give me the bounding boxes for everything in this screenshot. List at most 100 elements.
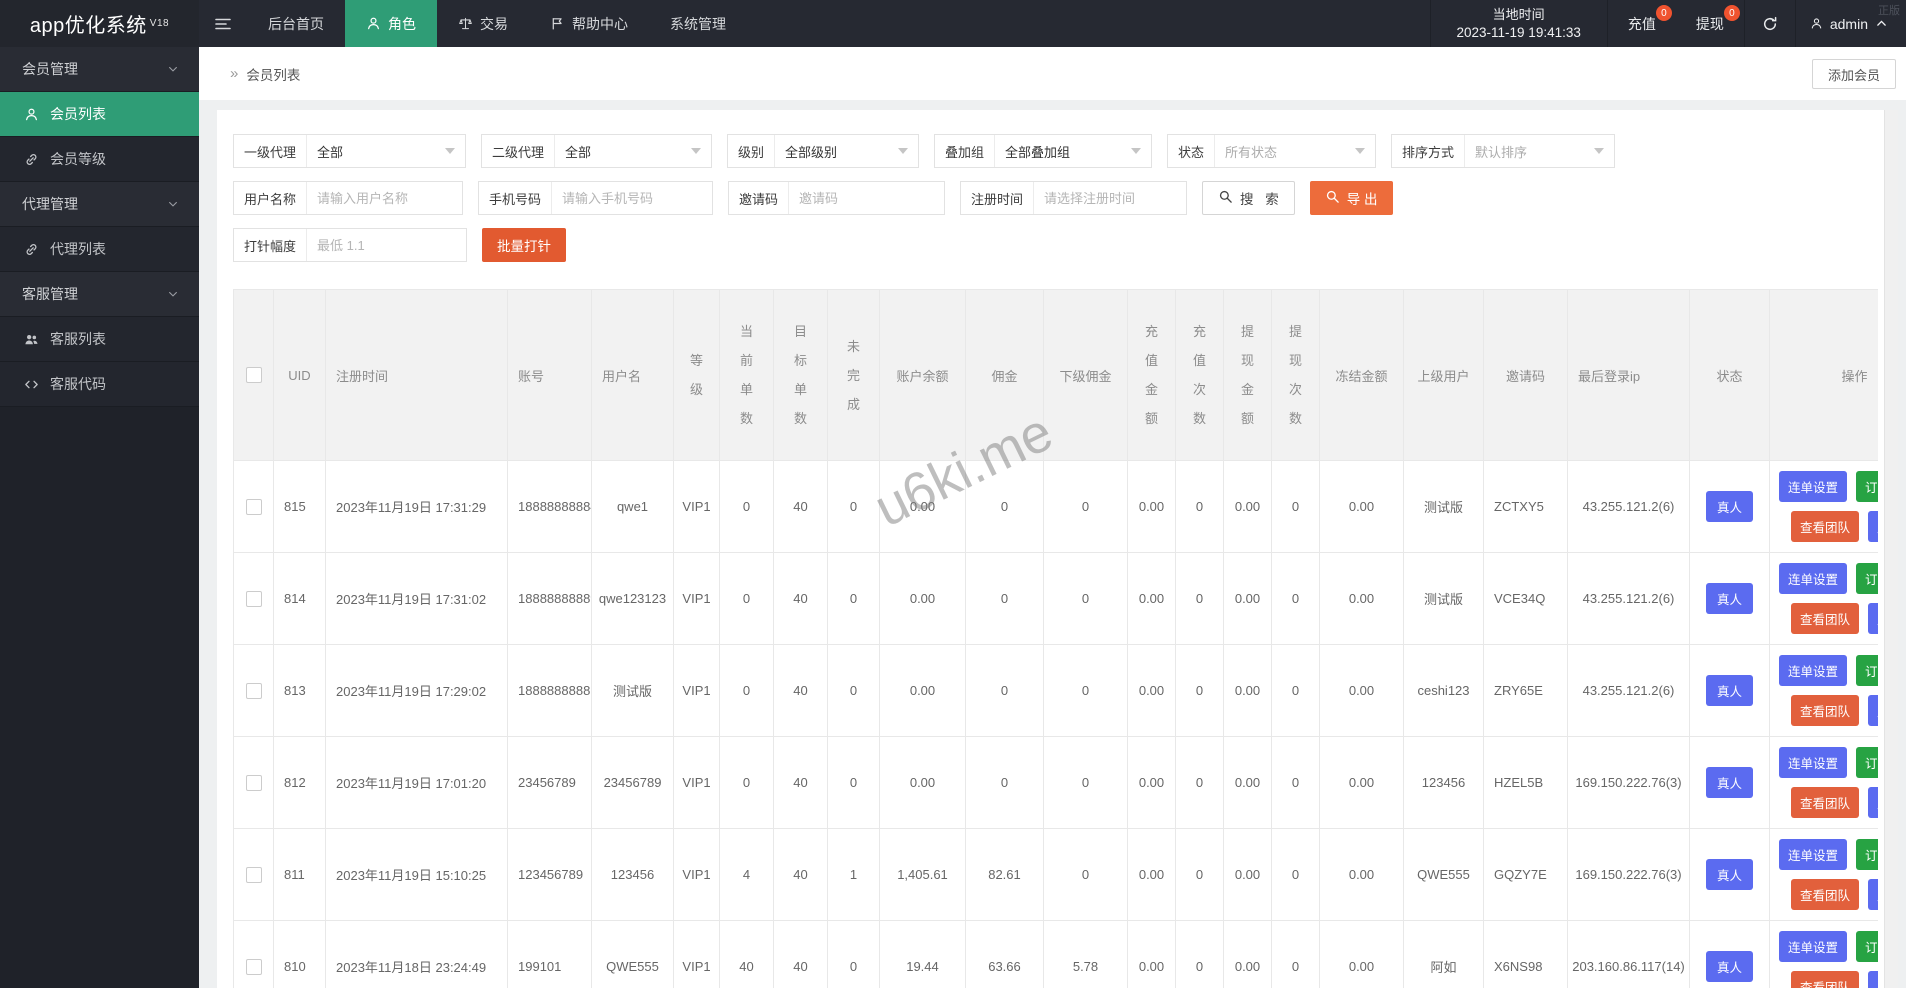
account-change-records-button[interactable]: 账变记录 [1868,787,1878,818]
recharge-button[interactable]: 充值 0 [1608,0,1676,47]
invite-code-input[interactable] [789,182,944,214]
view-team-button[interactable]: 查看团队 [1791,971,1859,988]
filter-select-value[interactable]: 默认排序 [1465,135,1614,167]
sidebar-item-label: 客服代码 [50,374,106,394]
account-change-records-button[interactable]: 账变记录 [1868,971,1878,988]
filter-select-value[interactable]: 全部级别 [775,135,918,167]
row-checkbox[interactable] [246,775,262,791]
column-header: 佣金 [966,290,1044,461]
status-badge[interactable]: 真人 [1706,675,1753,706]
withdraw_amount-cell: 0.00 [1224,737,1272,829]
chain-order-settings-button[interactable]: 连单设置 [1779,655,1847,686]
sidebar-item-member-list[interactable]: 会员列表 [0,92,199,137]
view-team-button[interactable]: 查看团队 [1791,787,1859,818]
add-member-button[interactable]: 添加会员 [1812,59,1896,89]
filter-label: 注册时间 [961,182,1034,214]
username-input[interactable] [307,182,462,214]
chain-order-settings-button[interactable]: 连单设置 [1779,931,1847,962]
sidebar-item-agent-list[interactable]: 代理列表 [0,227,199,272]
withdraw_amount-cell: 0.00 [1224,829,1272,921]
filter-select-value[interactable]: 全部 [555,135,711,167]
current_orders-cell: 0 [720,645,774,737]
column-header: 上级用户 [1404,290,1484,461]
withdraw_count-cell: 0 [1272,737,1320,829]
account-change-records-button[interactable]: 账变记录 [1868,603,1878,634]
order-records-button[interactable]: 订单记录 [1856,931,1878,962]
level-cell: VIP1 [674,645,720,737]
account-change-records-button[interactable]: 账变记录 [1868,511,1878,542]
member-table: UID注册时间账号用户名等级当前单数目标单数未完成账户余额佣金下级佣金充值金额充… [233,289,1878,988]
sidebar-item-agent-manage[interactable]: 代理管理 [0,182,199,227]
sidebar-item-service-list[interactable]: 客服列表 [0,317,199,362]
row-checkbox[interactable] [246,591,262,607]
sidebar-item-member-level[interactable]: 会员等级 [0,137,199,182]
current_orders-cell: 0 [720,461,774,553]
status-badge[interactable]: 真人 [1706,951,1753,982]
chain-order-settings-button[interactable]: 连单设置 [1779,471,1847,502]
recharge_amount-cell: 0.00 [1128,553,1176,645]
order-records-button[interactable]: 订单记录 [1856,655,1878,686]
current_orders-cell: 40 [720,921,774,988]
filter-select-status[interactable]: 状态所有状态 [1167,134,1376,168]
row-checkbox[interactable] [246,499,262,515]
select-all-checkbox[interactable] [246,367,262,383]
sidebar-item-service-manage[interactable]: 客服管理 [0,272,199,317]
order-records-button[interactable]: 订单记录 [1856,563,1878,594]
filter-select-level1-agent[interactable]: 一级代理全部 [233,134,466,168]
row-select-cell [234,645,274,737]
order-records-button[interactable]: 订单记录 [1856,839,1878,870]
status-badge[interactable]: 真人 [1706,491,1753,522]
username-cell: 测试版 [592,645,674,737]
main-content: » 会员列表 添加会员 一级代理全部二级代理全部级别全部级别叠加组全部叠加组状态… [199,47,1906,988]
view-team-button[interactable]: 查看团队 [1791,695,1859,726]
nav-item-help[interactable]: 帮助中心 [529,0,649,47]
filter-select-value[interactable]: 全部 [307,135,465,167]
nav-item-home[interactable]: 后台首页 [247,0,345,47]
refresh-icon[interactable] [1745,0,1795,47]
filter-select-stack-group[interactable]: 叠加组全部叠加组 [934,134,1152,168]
order-records-button[interactable]: 订单记录 [1856,471,1878,502]
search-button[interactable]: 搜 索 [1202,181,1295,215]
view-team-button[interactable]: 查看团队 [1791,879,1859,910]
filter-select-value[interactable]: 所有状态 [1215,135,1375,167]
row-checkbox[interactable] [246,683,262,699]
inject-range-input[interactable] [307,229,466,261]
reg-time-input[interactable] [1034,182,1186,214]
actions-cell: 连单设置订单记录查看团队账变记录 [1770,553,1879,645]
people-icon [24,332,39,347]
phone-input[interactable] [552,182,712,214]
commission-cell: 0 [966,553,1044,645]
filter-select-value[interactable]: 全部叠加组 [995,135,1151,167]
filter-select-level2-agent[interactable]: 二级代理全部 [481,134,712,168]
nav-item-system[interactable]: 系统管理 [649,0,747,47]
batch-inject-row: 打针幅度 批量打针 [233,228,1882,262]
withdraw-button[interactable]: 提现 0 [1676,0,1744,47]
sidebar: 会员管理会员列表会员等级代理管理代理列表客服管理客服列表客服代码 [0,47,199,988]
chain-order-settings-button[interactable]: 连单设置 [1779,839,1847,870]
chain-order-settings-button[interactable]: 连单设置 [1779,747,1847,778]
uid-cell: 812 [274,737,326,829]
account-change-records-button[interactable]: 账变记录 [1868,879,1878,910]
sidebar-item-member-manage[interactable]: 会员管理 [0,47,199,92]
account-change-records-button[interactable]: 账变记录 [1868,695,1878,726]
filter-select-sort[interactable]: 排序方式默认排序 [1391,134,1615,168]
row-checkbox[interactable] [246,959,262,975]
status-badge[interactable]: 真人 [1706,767,1753,798]
chain-order-settings-button[interactable]: 连单设置 [1779,563,1847,594]
row-checkbox[interactable] [246,867,262,883]
sidebar-group-label: 客服管理 [22,284,78,304]
actions-cell: 连单设置订单记录查看团队账变记录 [1770,829,1879,921]
filter-select-level[interactable]: 级别全部级别 [727,134,919,168]
panel-scrollbar[interactable] [1884,110,1898,988]
status-badge[interactable]: 真人 [1706,583,1753,614]
view-team-button[interactable]: 查看团队 [1791,603,1859,634]
view-team-button[interactable]: 查看团队 [1791,511,1859,542]
sidebar-item-service-code[interactable]: 客服代码 [0,362,199,407]
menu-collapse-icon[interactable] [199,0,247,47]
nav-item-role[interactable]: 角色 [345,0,437,47]
nav-item-trade[interactable]: 交易 [437,0,529,47]
status-badge[interactable]: 真人 [1706,859,1753,890]
batch-inject-button[interactable]: 批量打针 [482,228,566,262]
export-button[interactable]: 导 出 [1310,181,1393,215]
order-records-button[interactable]: 订单记录 [1856,747,1878,778]
